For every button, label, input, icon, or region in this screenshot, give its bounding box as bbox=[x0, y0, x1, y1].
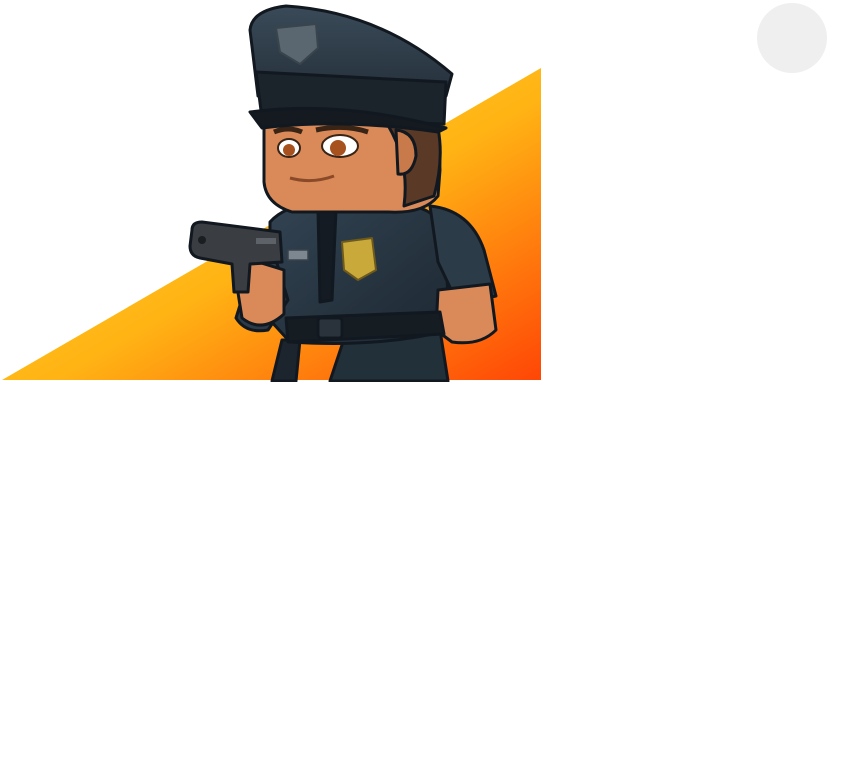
hero-artwork bbox=[0, 0, 545, 382]
police-officer-illustration bbox=[2, 4, 541, 382]
round-corner-button[interactable] bbox=[757, 3, 827, 73]
